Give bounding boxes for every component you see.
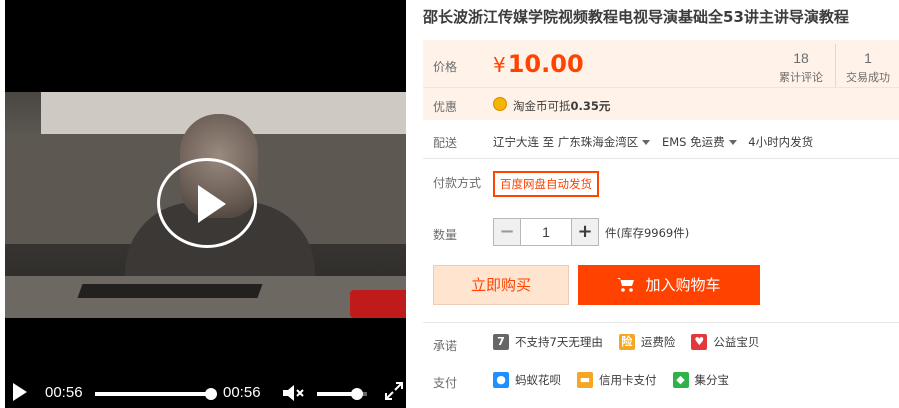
payment-option-selected[interactable]: 百度网盘自动发货 xyxy=(493,171,599,197)
payment-method-label: 付款方式 xyxy=(433,176,482,190)
ship-to-word: 至 xyxy=(542,135,555,149)
ship-method: EMS 免运费 xyxy=(661,135,725,149)
cart-icon xyxy=(617,278,635,292)
progress-knob[interactable] xyxy=(205,388,217,400)
quantity-label: 数量 xyxy=(433,228,458,242)
promise-item[interactable]: 公益宝贝 xyxy=(713,334,759,350)
stat-divider xyxy=(835,44,836,88)
promo-prefix: 淘金币可抵 xyxy=(513,99,571,113)
chevron-down-icon xyxy=(728,139,737,145)
promo-text: 淘金币可抵0.35元 xyxy=(513,98,610,114)
deals-label: 交易成功 xyxy=(846,71,890,84)
pay-item[interactable]: 信用卡支付 xyxy=(599,372,657,388)
pay-item[interactable]: 蚂蚁花呗 xyxy=(515,372,561,388)
promo-divider xyxy=(423,87,899,88)
shipping-label: 配送 xyxy=(433,136,458,150)
promise-item[interactable]: 运费险 xyxy=(641,334,676,350)
volume-knob[interactable] xyxy=(351,388,363,400)
price-value: ¥10.00 xyxy=(493,50,584,78)
play-overlay-button[interactable] xyxy=(157,158,257,248)
product-page: 00:56 00:56 邵长波浙江传媒学院视频教程电视导演基础全53讲主讲导演教… xyxy=(0,0,899,408)
charity-icon: ♥ xyxy=(691,334,708,350)
ship-dispatch: 4小时内发货 xyxy=(748,135,814,149)
current-time: 00:56 xyxy=(45,384,83,401)
watermark-logo xyxy=(350,290,406,318)
pay-list: ● 蚂蚁花呗 ▬ 信用卡支付 ◆ 集分宝 xyxy=(493,372,729,388)
fullscreen-icon[interactable] xyxy=(385,382,403,400)
stock-text: 件(库存9969件) xyxy=(605,226,690,240)
promise-list: 7 不支持7天无理由 险 运费险 ♥ 公益宝贝 xyxy=(493,334,759,350)
add-to-cart-button[interactable]: 加入购物车 xyxy=(578,265,760,305)
duration: 00:56 xyxy=(223,384,261,401)
price-amount: 10.00 xyxy=(507,50,584,78)
reviews-stat[interactable]: 18 累计评论 xyxy=(771,50,831,85)
price-label: 价格 xyxy=(433,60,458,74)
reviews-count: 18 xyxy=(793,50,809,66)
keyboard xyxy=(77,284,263,298)
volume-muted-icon[interactable] xyxy=(281,384,305,402)
credit-card-icon: ▬ xyxy=(577,372,593,388)
quantity-stepper: − 1 + xyxy=(493,218,599,246)
quantity-decrease-button[interactable]: − xyxy=(493,218,521,246)
deals-stat[interactable]: 1 交易成功 xyxy=(838,50,898,85)
jifenbao-icon: ◆ xyxy=(672,372,689,388)
divider xyxy=(423,158,899,159)
promo-label: 优惠 xyxy=(433,100,458,114)
pay-label: 支付 xyxy=(433,376,458,390)
chevron-down-icon xyxy=(642,139,651,145)
promise-label: 承诺 xyxy=(433,339,458,353)
taojinbi-coin-icon xyxy=(493,97,507,111)
ship-to-select[interactable]: 广东珠海金湾区 xyxy=(558,135,659,149)
quantity-increase-button[interactable]: + xyxy=(571,218,599,246)
buy-now-button[interactable]: 立即购买 xyxy=(433,265,569,305)
product-title: 邵长波浙江传媒学院视频教程电视导演基础全53讲主讲导演教程 xyxy=(423,8,849,26)
ship-method-select[interactable]: EMS 免运费 xyxy=(662,135,745,149)
price-panel: 价格 ¥10.00 18 累计评论 1 交易成功 优惠 淘金币可抵0.35元 xyxy=(423,40,899,120)
ship-to: 广东珠海金湾区 xyxy=(557,135,639,149)
play-icon[interactable] xyxy=(13,383,27,401)
add-to-cart-label: 加入购物车 xyxy=(645,276,721,294)
progress-fill xyxy=(95,392,211,396)
ship-from: 辽宁大连 xyxy=(493,135,539,149)
pay-item[interactable]: 集分宝 xyxy=(695,372,730,388)
currency-symbol: ¥ xyxy=(493,53,506,77)
promo-amount: 0.35元 xyxy=(570,99,611,113)
shipping-insurance-icon: 险 xyxy=(618,334,635,350)
product-info: 邵长波浙江传媒学院视频教程电视导演基础全53讲主讲导演教程 价格 ¥10.00 … xyxy=(423,0,899,408)
divider xyxy=(423,322,899,323)
seven-days-icon: 7 xyxy=(493,334,509,350)
video-controls: 00:56 00:56 xyxy=(5,368,406,408)
reviews-label: 累计评论 xyxy=(779,71,823,84)
shipping-info: 辽宁大连 至 广东珠海金湾区 EMS 免运费 4小时内发货 xyxy=(493,134,813,150)
deals-count: 1 xyxy=(864,50,872,66)
quantity-input[interactable]: 1 xyxy=(521,218,571,246)
promise-item[interactable]: 不支持7天无理由 xyxy=(515,334,603,350)
progress-bar[interactable] xyxy=(95,392,211,396)
video-player[interactable]: 00:56 00:56 xyxy=(5,0,406,408)
huabei-icon: ● xyxy=(493,372,509,388)
